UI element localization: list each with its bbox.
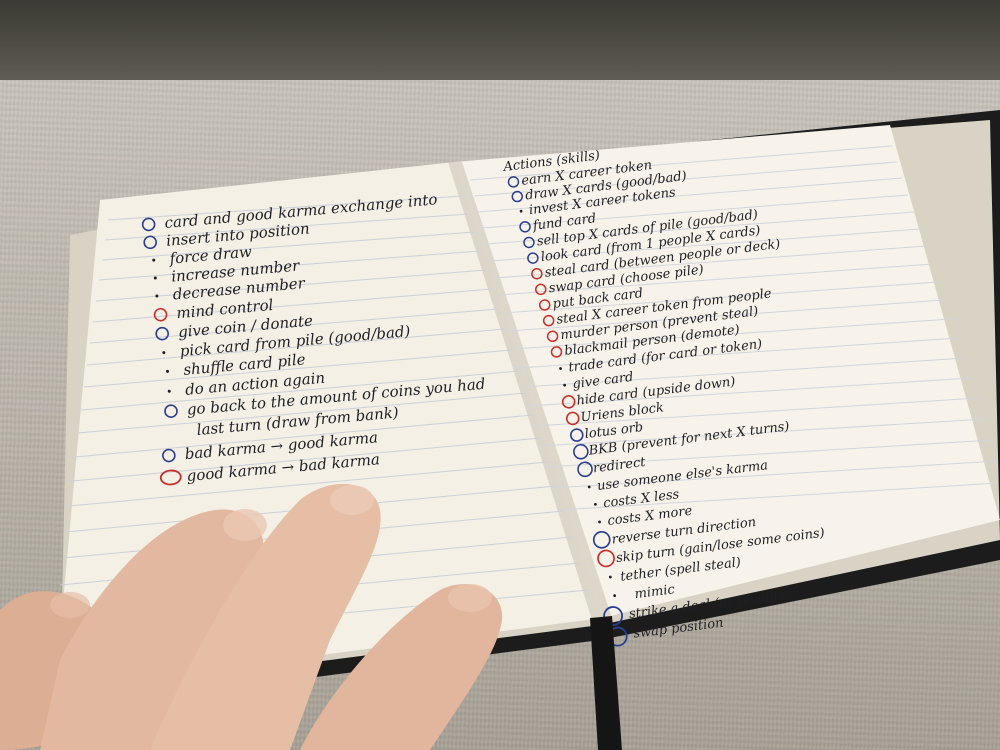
notebook-photo: card and good karma exchange into insert… bbox=[0, 110, 1000, 750]
